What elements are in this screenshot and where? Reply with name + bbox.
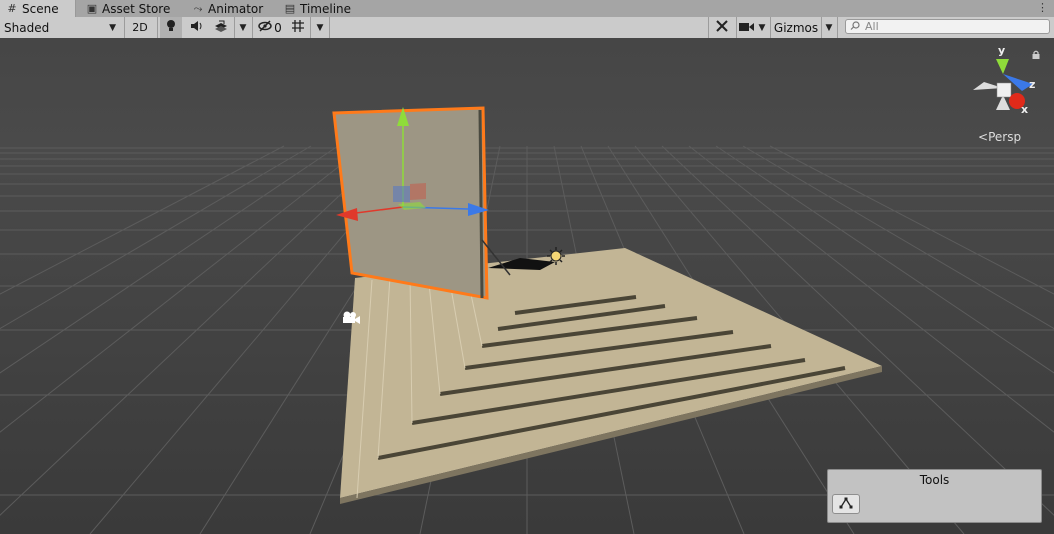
toolbar-divider [124, 17, 125, 38]
wrench-icon [715, 19, 729, 36]
lighting-toggle-button[interactable] [160, 17, 182, 38]
gizmo-center-cube[interactable] [996, 82, 1012, 98]
2d-label: 2D [132, 21, 148, 34]
draw-mode-dropdown[interactable]: Shaded ▼ [0, 17, 120, 38]
custom-tool-button[interactable] [832, 494, 860, 514]
plane-handle[interactable] [410, 183, 426, 200]
gizmo-z-label: z [1029, 78, 1036, 91]
tab-timeline[interactable]: ▤ Timeline [278, 0, 368, 17]
eye-slash-icon [258, 20, 272, 35]
search-input[interactable]: All [845, 19, 1050, 34]
audio-toggle-button[interactable] [185, 17, 209, 38]
tab-label: Timeline [300, 1, 352, 16]
tab-animator[interactable]: ⤳ Animator [186, 0, 276, 17]
grid-toggle-button[interactable] [287, 17, 309, 38]
animator-icon: ⤳ [193, 1, 203, 15]
speaker-icon [190, 20, 204, 35]
tab-bar: # Scene ▣ Asset Store ⤳ Animator ▤ Timel… [0, 0, 1054, 18]
2d-toggle-button[interactable]: 2D [127, 17, 153, 38]
search-icon [850, 20, 861, 33]
gizmo-y-label: y [998, 44, 1006, 57]
scene-camera-button[interactable] [738, 17, 756, 38]
perspective-label: Persp [988, 130, 1022, 144]
gizmos-dropdown[interactable]: ▼ [822, 17, 836, 38]
effects-icon [214, 20, 228, 35]
draw-mode-label: Shaded [4, 20, 50, 35]
toolbar-divider [157, 17, 158, 38]
hidden-objects-toggle[interactable]: 0 [255, 17, 285, 38]
tools-overlay-panel: Tools [827, 469, 1042, 523]
toolbar-divider [708, 17, 709, 38]
grid-snap-icon [291, 19, 305, 36]
gizmo-x-label: x [1021, 103, 1029, 116]
toolbar-divider [736, 17, 737, 38]
scene-viewport[interactable]: y z x <Persp [0, 38, 1054, 534]
toolbar-divider [837, 17, 838, 38]
perspective-icon: < [978, 130, 989, 144]
search-placeholder: All [865, 20, 879, 33]
toolbar-divider [770, 17, 771, 38]
chevron-down-icon: ▼ [109, 22, 116, 33]
toolbar-divider [329, 17, 330, 38]
film-icon: ▤ [284, 2, 296, 15]
toolbar-divider [252, 17, 253, 38]
hidden-count: 0 [274, 20, 282, 35]
toolbar-divider [234, 17, 235, 38]
chevron-down-icon: ▼ [316, 22, 324, 33]
chevron-down-icon: ▼ [239, 22, 247, 33]
gizmos-button[interactable]: Gizmos [772, 17, 820, 38]
more-menu-icon[interactable]: ⋮ [1037, 1, 1048, 14]
camera-icon [739, 21, 755, 35]
toolbar-divider [310, 17, 311, 38]
tab-scene[interactable]: # Scene [0, 0, 76, 17]
tab-label: Animator [208, 1, 264, 16]
chevron-down-icon: ▼ [758, 22, 766, 33]
tab-asset-store[interactable]: ▣ Asset Store [80, 0, 180, 17]
lightbulb-icon [165, 19, 177, 36]
plane-handle[interactable] [393, 186, 410, 202]
grid-icon: # [7, 2, 17, 15]
tab-label: Asset Store [102, 1, 171, 16]
path-tool-icon [839, 497, 853, 512]
effects-dropdown[interactable]: ▼ [236, 17, 250, 38]
selected-panel[interactable] [332, 106, 511, 300]
tools-settings-button[interactable] [710, 17, 734, 38]
grid-dropdown[interactable]: ▼ [313, 17, 327, 38]
chevron-down-icon: ▼ [825, 22, 833, 33]
gizmos-label: Gizmos [773, 20, 819, 35]
camera-dropdown[interactable]: ▼ [756, 17, 768, 38]
perspective-toggle[interactable]: <Persp [978, 130, 1021, 144]
bag-icon: ▣ [86, 2, 98, 15]
effects-toggle-button[interactable] [210, 17, 232, 38]
tab-label: Scene [22, 1, 59, 16]
scene-canvas[interactable] [0, 38, 1054, 534]
tools-title: Tools [919, 473, 950, 487]
